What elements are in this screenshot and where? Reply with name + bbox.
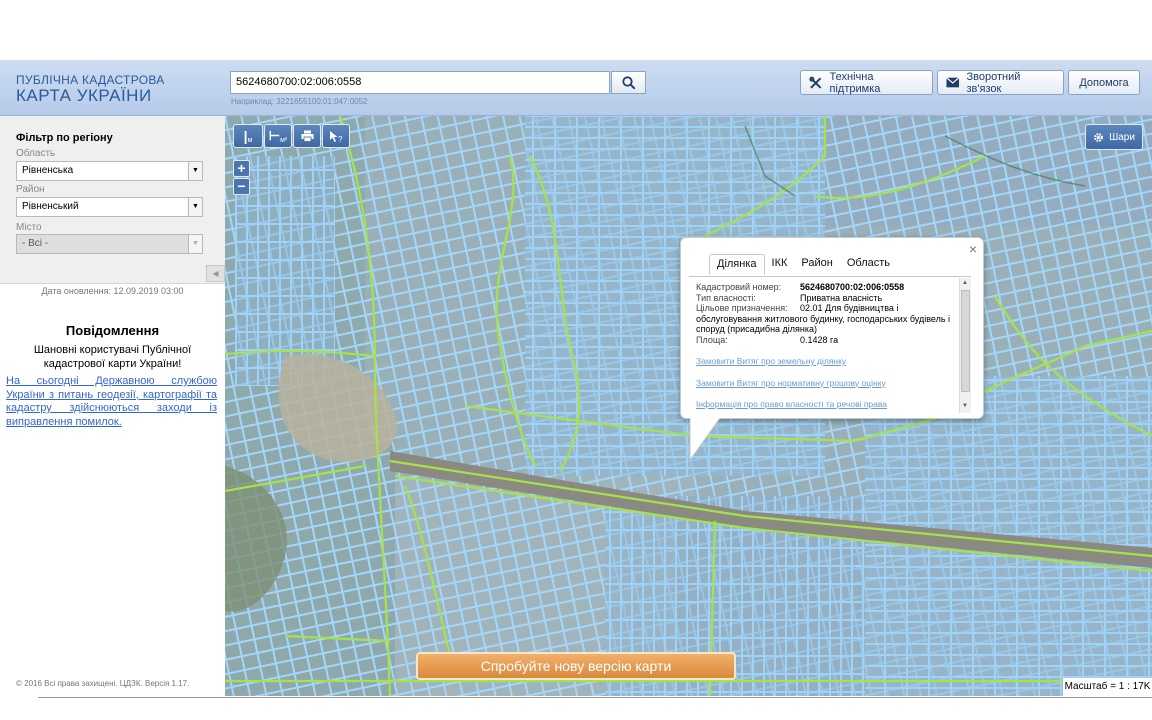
region-filter: Фільтр по регіону Область Рівненська ▼ Р… <box>0 116 225 284</box>
purpose-continuation: обслуговування житлового будинку, господ… <box>696 313 951 335</box>
zoom-in-button[interactable]: + <box>233 160 250 177</box>
ownership-rights-link[interactable]: Інформація про право власності та речові… <box>696 399 959 410</box>
rayon-select[interactable]: Рівненський ▼ <box>16 197 203 217</box>
scroll-down-icon[interactable]: ▼ <box>962 403 968 409</box>
parcel-details: Кадастровий номер: 5624680700:02:006:055… <box>696 282 959 412</box>
identify-button[interactable]: ? <box>322 124 350 148</box>
chevron-down-icon: ▼ <box>188 198 202 216</box>
close-icon[interactable]: × <box>969 241 977 257</box>
identify-cursor-icon: ? <box>330 130 343 143</box>
scrollbar-thumb[interactable] <box>961 290 970 392</box>
area-icon: ⊢ <box>268 128 281 143</box>
rayon-value: Рівненський <box>22 201 79 212</box>
map-scale: Масштаб = 1 : 17K <box>1063 678 1152 696</box>
search-input-value: 5624680700:02:006:0558 <box>236 76 362 88</box>
tech-support-button[interactable]: Технічна підтримка <box>800 70 933 95</box>
popup-pointer <box>689 418 721 462</box>
oblast-value: Рівненська <box>22 165 74 176</box>
svg-text:?: ? <box>338 135 343 143</box>
envelope-icon <box>946 77 960 88</box>
ownership-value: Приватна власність <box>800 292 883 303</box>
site-logo[interactable]: ПУБЛІЧНА КАДАСТРОВА КАРТА УКРАЇНИ <box>16 74 165 105</box>
print-icon <box>301 130 313 142</box>
cadastral-number-value: 5624680700:02:006:0558 <box>800 282 905 292</box>
search-button[interactable] <box>611 71 646 94</box>
ownership-label: Тип власності: <box>696 292 756 303</box>
area-value: 0.1428 га <box>800 334 839 345</box>
sidebar: Фільтр по регіону Область Рівненська ▼ Р… <box>0 116 225 696</box>
bottom-divider <box>38 697 1152 698</box>
copyright: © 2016 Всі права захищені. ЦДЗК. Версія … <box>16 679 190 688</box>
purpose-value: 02.01 Для будівництва і <box>800 303 899 313</box>
area-label: Площа: <box>696 334 728 345</box>
notice-text: Шановні користувачі Публічної кадастрово… <box>33 344 192 370</box>
gear-icon <box>1094 132 1103 142</box>
popup-tabs: Ділянка ІКК Район Область <box>709 254 897 275</box>
order-valuation-extract-link[interactable]: Замовити Витяг про нормативну грошову оц… <box>696 378 959 389</box>
map-view[interactable]: | м ⊢ м² ? + − Шари × Ділянка ІКК Район … <box>225 116 1152 696</box>
city-label: Місто <box>16 222 42 233</box>
layers-label: Шари <box>1109 131 1135 143</box>
tools-icon <box>809 76 822 89</box>
update-date: Дата оновлення: 12.09.2019 03:00 <box>41 286 184 296</box>
measure-area-label: м² <box>280 136 288 144</box>
chevron-down-icon: ▼ <box>188 162 202 180</box>
collapse-sidebar-button[interactable]: ◀ <box>206 265 225 282</box>
search-icon <box>621 75 636 90</box>
measure-distance-label: м <box>247 136 253 144</box>
filter-title: Фільтр по регіону <box>16 132 113 144</box>
search-hint: Наприклад: 3221655100:01:047:0052 <box>231 97 368 106</box>
measure-area-button[interactable]: ⊢ м² <box>264 124 292 148</box>
tab-rayon[interactable]: Район <box>794 254 839 275</box>
popup-scrollbar[interactable]: ▲ ▼ <box>959 278 971 413</box>
help-button[interactable]: Допомога <box>1068 70 1140 95</box>
layers-button[interactable]: Шари <box>1085 124 1143 150</box>
cadastral-number-label: Кадастровий номер: <box>696 282 782 292</box>
print-button[interactable] <box>293 124 321 148</box>
tab-oblast[interactable]: Область <box>840 254 897 275</box>
city-value: - Всі - <box>22 238 49 249</box>
oblast-label: Область <box>16 148 56 159</box>
feedback-button[interactable]: Зворотний зв'язок <box>937 70 1064 95</box>
cadastral-search-input[interactable]: 5624680700:02:006:0558 <box>230 71 610 94</box>
tech-support-label: Технічна підтримка <box>829 70 881 95</box>
oblast-select[interactable]: Рівненська ▼ <box>16 161 203 181</box>
notice-title: Повідомлення <box>65 323 160 338</box>
zoom-out-button[interactable]: − <box>233 178 250 195</box>
tab-divider <box>689 276 971 277</box>
chevron-down-icon: ▼ <box>188 235 202 253</box>
tab-parcel[interactable]: Ділянка <box>709 254 765 275</box>
help-label: Допомога <box>1079 76 1129 89</box>
purpose-label: Цільове призначення: <box>696 303 788 313</box>
try-new-version-button[interactable]: Спробуйте нову версію карти <box>416 652 736 680</box>
measure-distance-button[interactable]: | м <box>233 124 263 148</box>
tab-ikk[interactable]: ІКК <box>765 254 795 275</box>
scroll-up-icon[interactable]: ▲ <box>962 280 968 286</box>
feedback-label: Зворотний зв'язок <box>966 70 1021 95</box>
parcel-info-popup: × Ділянка ІКК Район Область Кадастровий … <box>680 237 984 419</box>
logo-line2: КАРТА УКРАЇНИ <box>16 86 152 105</box>
rayon-label: Район <box>16 184 45 195</box>
notice-link[interactable]: На сьогодні Державною службою України з … <box>6 375 217 429</box>
order-parcel-extract-link[interactable]: Замовити Витяг про земельну ділянку <box>696 356 959 367</box>
city-select[interactable]: - Всі - ▼ <box>16 234 203 254</box>
